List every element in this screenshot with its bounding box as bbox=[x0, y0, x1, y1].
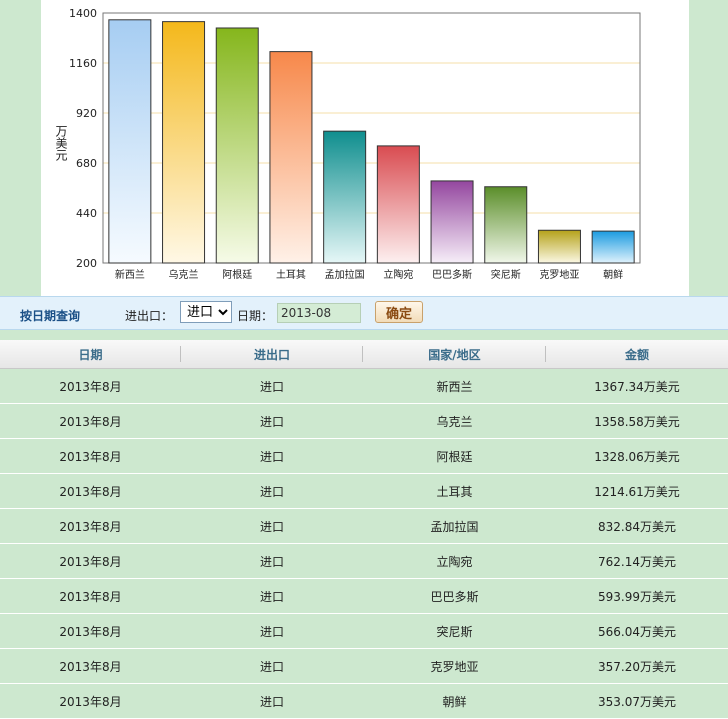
confirm-button[interactable]: 确定 bbox=[375, 301, 423, 323]
cell-amount: 566.04万美元 bbox=[546, 613, 728, 649]
bar bbox=[484, 186, 528, 264]
table-header-row: 日期 进出口 国家/地区 金额 bbox=[0, 340, 728, 369]
cell-amount: 762.14万美元 bbox=[546, 543, 728, 579]
bar bbox=[376, 145, 420, 264]
cell-amount: 593.99万美元 bbox=[546, 578, 728, 614]
table-body: 2013年8月 进口 新西兰 1367.34万美元 2013年8月 进口 乌克兰 1358.5… bbox=[0, 368, 728, 719]
cell-amount: 1214.61万美元 bbox=[546, 473, 728, 509]
cell-import-export: 进口 bbox=[181, 368, 363, 404]
x-tick-label: 突尼斯 bbox=[491, 268, 521, 281]
date-label: 日期： bbox=[237, 309, 274, 323]
header-date-label: 日期 bbox=[78, 347, 103, 362]
x-tick-label: 巴巴多斯 bbox=[432, 268, 472, 281]
cell-date: 2013年8月 bbox=[0, 368, 181, 404]
date-input[interactable] bbox=[277, 303, 361, 323]
x-tick-label: 孟加拉国 bbox=[325, 268, 365, 281]
table-row: 2013年8月 进口 立陶宛 762.14万美元 bbox=[0, 543, 728, 579]
header-country: 国家/地区 bbox=[363, 340, 546, 369]
table-row: 2013年8月 进口 朝鲜 353.07万美元 bbox=[0, 683, 728, 719]
bar bbox=[269, 51, 313, 264]
table-row: 2013年8月 进口 孟加拉国 832.84万美元 bbox=[0, 508, 728, 544]
cell-date: 2013年8月 bbox=[0, 613, 181, 649]
table-row: 2013年8月 进口 乌克兰 1358.58万美元 bbox=[0, 403, 728, 439]
table-row: 2013年8月 进口 土耳其 1214.61万美元 bbox=[0, 473, 728, 509]
bar-chart: 200 440 680 920 1160 1400 万美元新西兰 乌克兰 阿根廷 土耳其 孟加拉国 立… bbox=[54, 7, 641, 281]
import-export-select[interactable]: 进口 bbox=[180, 301, 232, 323]
cell-import-export: 进口 bbox=[181, 473, 363, 509]
cell-import-export: 进口 bbox=[181, 613, 363, 649]
cell-country: 乌克兰 bbox=[363, 403, 546, 439]
cell-country: 土耳其 bbox=[363, 473, 546, 509]
cell-country: 巴巴多斯 bbox=[363, 578, 546, 614]
table-row: 2013年8月 进口 克罗地亚 357.20万美元 bbox=[0, 648, 728, 684]
cell-country: 孟加拉国 bbox=[363, 508, 546, 544]
cell-import-export: 进口 bbox=[181, 578, 363, 614]
import-export-label: 进出口： bbox=[125, 309, 174, 323]
cell-country: 突尼斯 bbox=[363, 613, 546, 649]
cell-date: 2013年8月 bbox=[0, 578, 181, 614]
bar bbox=[537, 229, 581, 264]
cell-import-export: 进口 bbox=[181, 543, 363, 579]
cell-amount: 357.20万美元 bbox=[546, 648, 728, 684]
cell-amount: 1328.06万美元 bbox=[546, 438, 728, 474]
cell-import-export: 进口 bbox=[181, 648, 363, 684]
header-amount-label: 金额 bbox=[624, 347, 649, 362]
cell-country: 新西兰 bbox=[363, 368, 546, 404]
cell-date: 2013年8月 bbox=[0, 508, 181, 544]
header-amount: 金额 bbox=[546, 340, 728, 369]
x-tick-label: 乌克兰 bbox=[169, 268, 199, 281]
bar bbox=[430, 180, 474, 264]
cell-date: 2013年8月 bbox=[0, 648, 181, 684]
bar bbox=[215, 27, 259, 264]
table-row: 2013年8月 进口 突尼斯 566.04万美元 bbox=[0, 613, 728, 649]
y-tick-label: 440 bbox=[76, 207, 97, 220]
bar bbox=[323, 130, 367, 264]
cell-country: 阿根廷 bbox=[363, 438, 546, 474]
x-tick-label: 克罗地亚 bbox=[539, 268, 579, 281]
cell-date: 2013年8月 bbox=[0, 543, 181, 579]
table-row: 2013年8月 进口 阿根廷 1328.06万美元 bbox=[0, 438, 728, 474]
cell-import-export: 进口 bbox=[181, 683, 363, 719]
cell-amount: 1367.34万美元 bbox=[546, 368, 728, 404]
cell-amount: 832.84万美元 bbox=[546, 508, 728, 544]
header-import-export: 进出口 bbox=[181, 340, 363, 369]
table-row: 2013年8月 进口 巴巴多斯 593.99万美元 bbox=[0, 578, 728, 614]
cell-import-export: 进口 bbox=[181, 438, 363, 474]
cell-country: 朝鲜 bbox=[363, 683, 546, 719]
y-tick-label: 200 bbox=[76, 257, 97, 270]
cell-date: 2013年8月 bbox=[0, 438, 181, 474]
cell-amount: 1358.58万美元 bbox=[546, 403, 728, 439]
cell-country: 立陶宛 bbox=[363, 543, 546, 579]
cell-date: 2013年8月 bbox=[0, 683, 181, 719]
x-tick-label: 立陶宛 bbox=[383, 268, 413, 281]
x-tick-label: 新西兰 bbox=[115, 268, 145, 281]
y-tick-label: 1400 bbox=[69, 7, 97, 20]
bar bbox=[591, 230, 635, 264]
query-title: 按日期查询 bbox=[20, 309, 81, 323]
table-row: 2013年8月 进口 新西兰 1367.34万美元 bbox=[0, 368, 728, 404]
y-tick-label: 920 bbox=[76, 107, 97, 120]
bar-chart-panel: 200 440 680 920 1160 1400 万美元新西兰 乌克兰 阿根廷 土耳其 孟加拉国 立… bbox=[41, 0, 689, 296]
x-tick-label: 土耳其 bbox=[276, 268, 306, 281]
bar bbox=[162, 21, 206, 264]
cell-country: 克罗地亚 bbox=[363, 648, 546, 684]
cell-import-export: 进口 bbox=[181, 403, 363, 439]
cell-date: 2013年8月 bbox=[0, 473, 181, 509]
data-table: 日期 进出口 国家/地区 金额 2013年8月 进口 新西兰 1367.34万美元 20… bbox=[0, 340, 728, 719]
y-tick-label: 680 bbox=[76, 157, 97, 170]
x-tick-label: 朝鲜 bbox=[603, 268, 623, 281]
x-tick-label: 阿根廷 bbox=[222, 268, 252, 281]
cell-amount: 353.07万美元 bbox=[546, 683, 728, 719]
query-bar: 按日期查询 进出口： 进口 日期： 确定 bbox=[0, 296, 728, 330]
bar bbox=[108, 19, 152, 264]
y-axis-label: 万美元 bbox=[54, 125, 68, 162]
header-date: 日期 bbox=[0, 340, 181, 369]
header-import-export-label: 进出口 bbox=[253, 347, 290, 362]
y-tick-label: 1160 bbox=[69, 57, 97, 70]
cell-import-export: 进口 bbox=[181, 508, 363, 544]
header-country-label: 国家/地区 bbox=[428, 347, 481, 362]
cell-date: 2013年8月 bbox=[0, 403, 181, 439]
